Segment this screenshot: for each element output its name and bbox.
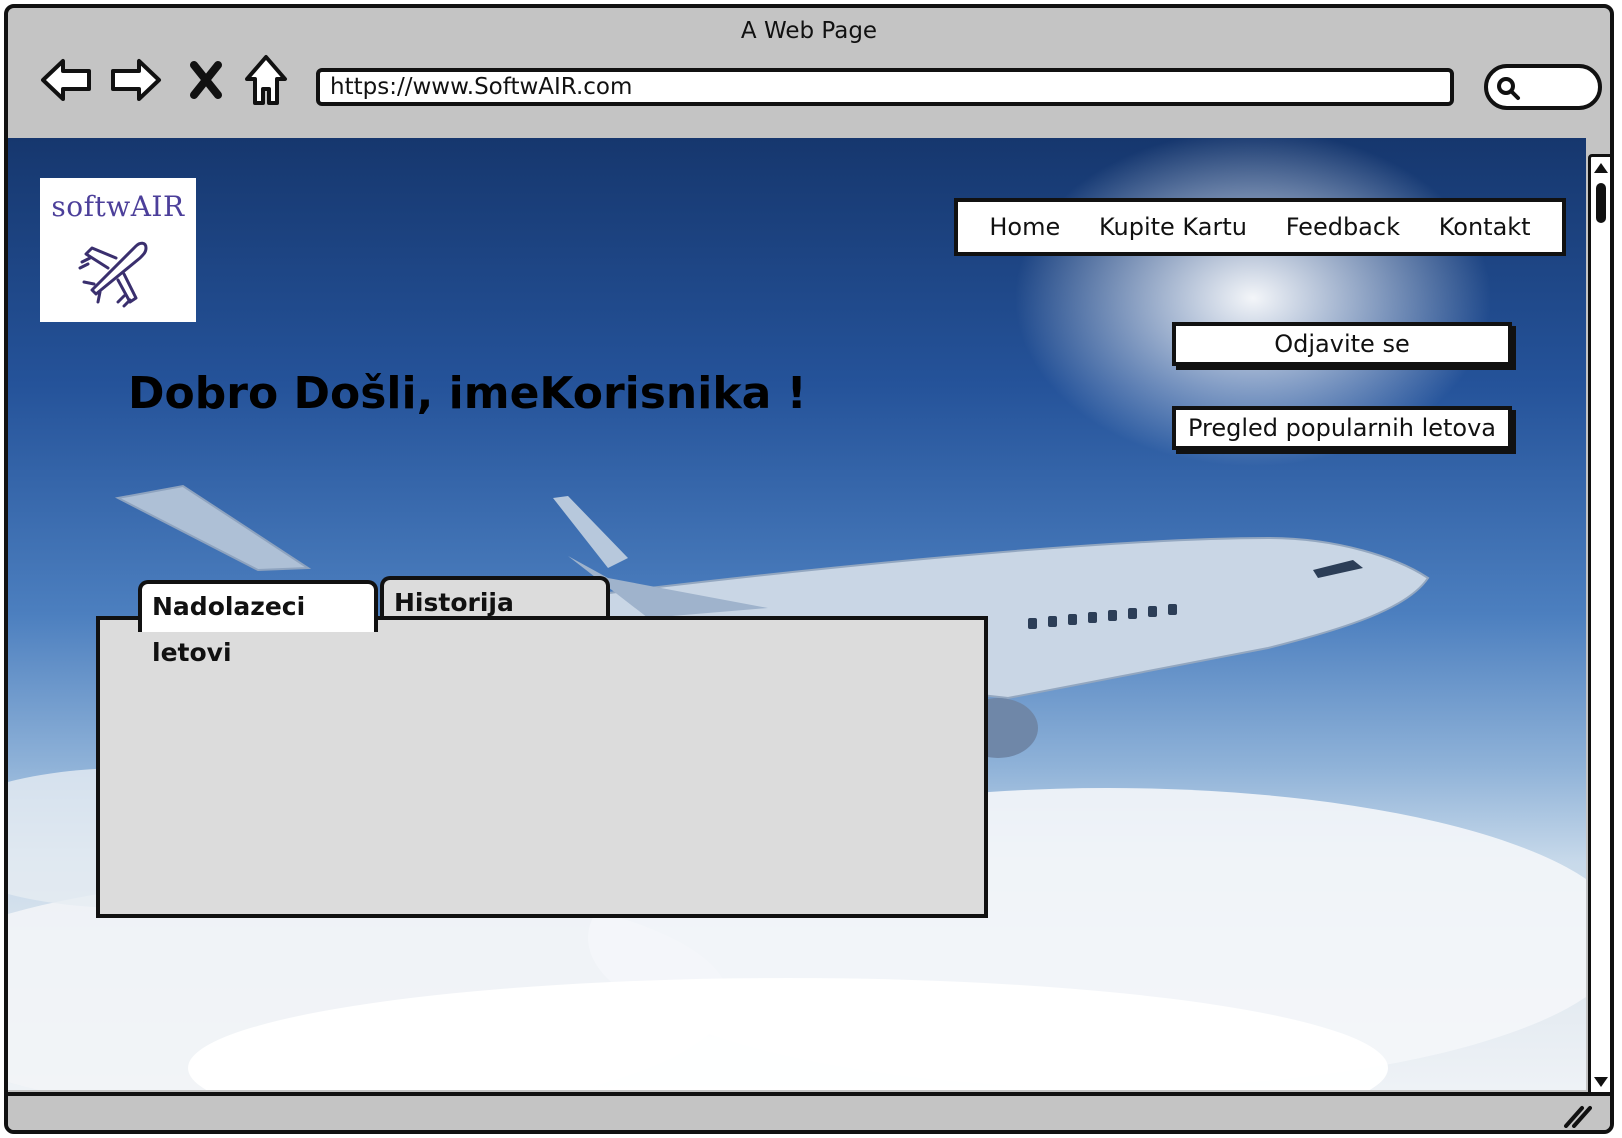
status-bar xyxy=(8,1092,1610,1130)
window-title: A Web Page xyxy=(740,18,878,44)
logo[interactable]: softwAIR xyxy=(40,178,196,322)
arrow-right-icon xyxy=(111,59,161,101)
browser-search[interactable] xyxy=(1484,64,1602,110)
welcome-heading: Dobro Došli, imeKorisnika ! xyxy=(128,368,807,419)
stop-button[interactable] xyxy=(176,50,236,110)
popular-flights-button[interactable]: Pregled popularnih letova xyxy=(1172,406,1512,450)
resize-grip-icon[interactable] xyxy=(1560,1104,1592,1128)
menu-item-feedback[interactable]: Feedback xyxy=(1286,213,1400,241)
menu-item-kupite-kartu[interactable]: Kupite Kartu xyxy=(1099,213,1247,241)
logo-text: softwAIR xyxy=(51,190,185,223)
menu-item-home[interactable]: Home xyxy=(989,213,1060,241)
scroll-thumb[interactable] xyxy=(1596,183,1606,223)
menu-item-kontakt[interactable]: Kontakt xyxy=(1439,213,1531,241)
logout-button[interactable]: Odjavite se xyxy=(1172,322,1512,366)
forward-button[interactable] xyxy=(106,50,166,110)
browser-window: A Web Page https://www.SoftwAIR.com soft… xyxy=(4,4,1614,1134)
home-button[interactable] xyxy=(236,50,296,110)
main-menu: Home Kupite Kartu Feedback Kontakt xyxy=(954,198,1566,256)
scroll-down-icon[interactable] xyxy=(1594,1077,1608,1087)
tab-nadolazeci-letovi[interactable]: Nadolazeci letovi xyxy=(138,580,378,667)
home-icon xyxy=(245,55,287,105)
page-viewport: softwAIR Home Kupite Kartu Feedback Kont… xyxy=(8,138,1586,1090)
airplane-icon xyxy=(78,241,148,308)
address-bar[interactable]: https://www.SoftwAIR.com xyxy=(316,68,1454,106)
vertical-scrollbar[interactable] xyxy=(1588,154,1610,1096)
back-button[interactable] xyxy=(36,50,96,110)
search-icon xyxy=(1497,77,1520,100)
scroll-up-icon[interactable] xyxy=(1594,163,1608,173)
arrow-left-icon xyxy=(41,59,91,101)
close-icon xyxy=(190,61,222,99)
